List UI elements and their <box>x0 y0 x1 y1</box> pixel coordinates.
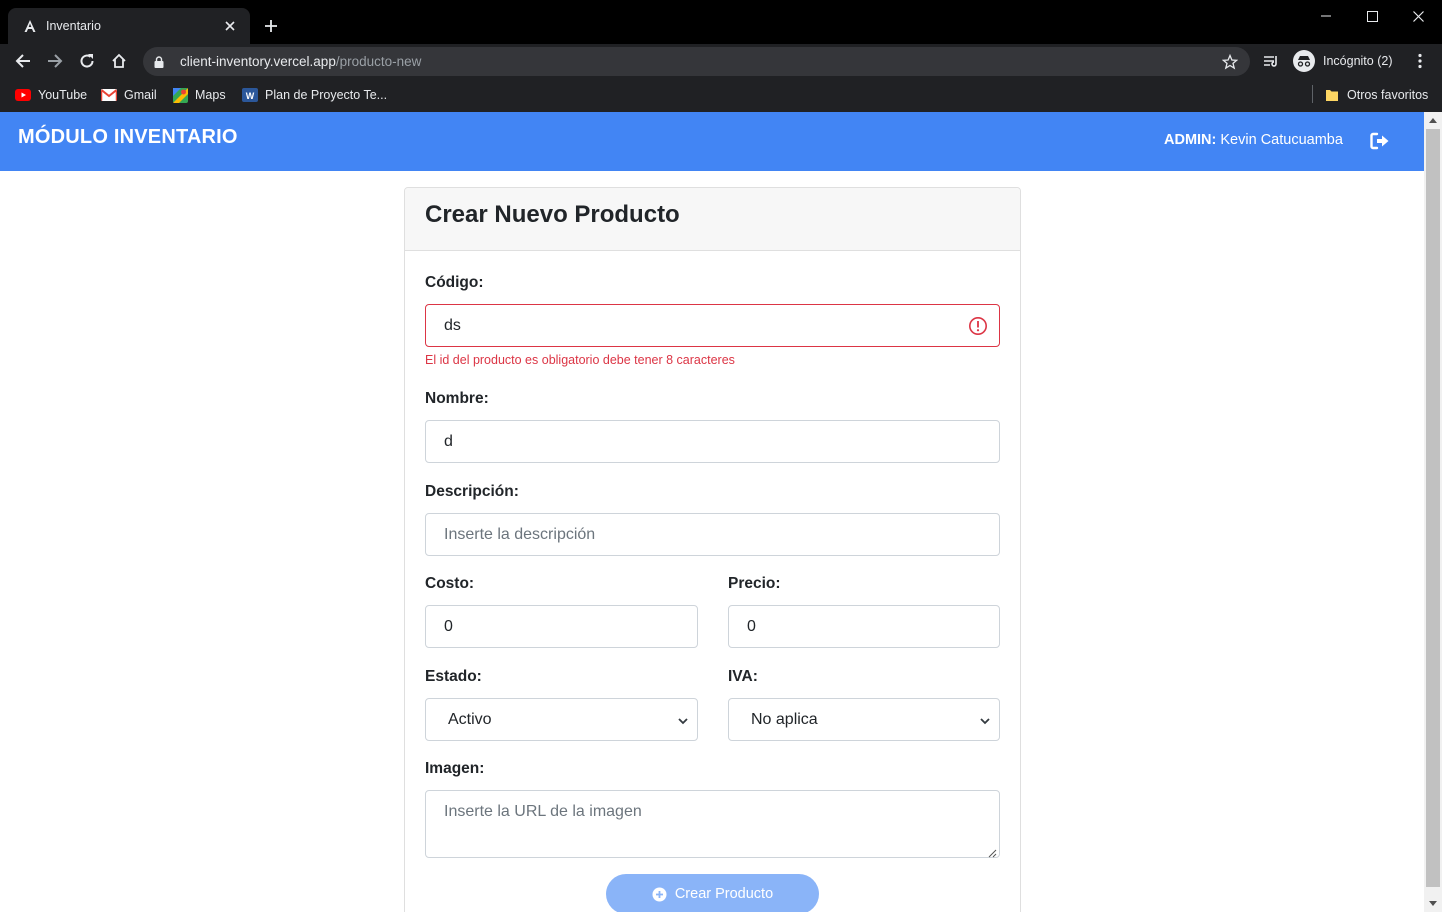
descripcion-input[interactable]: Inserte la descripción <box>425 513 1000 556</box>
folder-icon <box>1324 87 1340 103</box>
scroll-up-arrow-icon[interactable] <box>1424 112 1442 129</box>
forward-arrow-icon[interactable] <box>41 47 69 75</box>
imagen-label: Imagen: <box>425 760 485 777</box>
browser-menu-icon[interactable] <box>1406 47 1434 75</box>
iva-label: IVA: <box>728 668 758 685</box>
app-navbar: MÓDULO INVENTARIO ADMIN: Kevin Catucuamb… <box>0 112 1424 171</box>
address-bar[interactable]: client-inventory.vercel.app/producto-new <box>143 47 1250 76</box>
plus-circle-icon <box>652 887 667 902</box>
admin-name: Kevin Catucuamba <box>1220 132 1343 148</box>
reading-list-icon[interactable] <box>1257 47 1285 75</box>
estado-select[interactable]: Activo <box>425 698 698 741</box>
bookmark-star-icon[interactable] <box>1218 50 1242 74</box>
iva-select[interactable]: No aplica <box>728 698 1000 741</box>
error-icon <box>968 316 988 336</box>
bookmark-maps[interactable]: Maps <box>172 84 226 106</box>
url-host: client-inventory.vercel.app <box>180 54 336 69</box>
angular-favicon-icon <box>22 18 38 34</box>
crear-producto-button[interactable]: Crear Producto <box>606 874 819 912</box>
svg-text:W: W <box>246 91 255 101</box>
gmail-icon <box>101 87 117 103</box>
codigo-value: ds <box>444 316 461 334</box>
descripcion-placeholder: Inserte la descripción <box>444 525 596 543</box>
codigo-input[interactable]: ds <box>425 304 1000 347</box>
estado-label: Estado: <box>425 668 482 685</box>
nombre-label: Nombre: <box>425 390 489 407</box>
bookmark-youtube[interactable]: YouTube <box>15 84 87 106</box>
bookmark-label: Gmail <box>124 88 157 102</box>
descripcion-label: Descripción: <box>425 483 519 500</box>
nombre-value: d <box>444 432 453 450</box>
bookmarks-divider <box>1312 85 1313 103</box>
chevron-down-icon <box>677 714 689 726</box>
incognito-label: Incógnito (2) <box>1323 54 1393 68</box>
bookmark-label: Maps <box>195 88 226 102</box>
nombre-input[interactable]: d <box>425 420 1000 463</box>
tab-title: Inventario <box>46 19 101 33</box>
word-doc-icon: W <box>242 87 258 103</box>
browser-tab[interactable]: Inventario <box>8 8 250 44</box>
youtube-icon <box>15 87 31 103</box>
bookmark-label: Plan de Proyecto Te... <box>265 88 388 102</box>
bookmarks-bar: YouTube Gmail Maps W Plan de Proyecto Te… <box>0 78 1442 112</box>
bookmark-gmail[interactable]: Gmail <box>101 84 157 106</box>
codigo-label: Código: <box>425 274 484 291</box>
submit-label: Crear Producto <box>674 886 774 902</box>
maximize-icon[interactable] <box>1349 0 1395 32</box>
bookmark-plan-proyecto[interactable]: W Plan de Proyecto Te... <box>242 84 387 106</box>
app-brand[interactable]: MÓDULO INVENTARIO <box>18 126 238 149</box>
tab-close-icon[interactable] <box>220 16 240 36</box>
browser-titlebar: Inventario <box>0 0 1442 44</box>
lock-icon <box>154 55 168 68</box>
resize-handle-icon[interactable] <box>987 845 997 858</box>
page-scrollbar[interactable] <box>1424 112 1442 912</box>
home-icon[interactable] <box>105 47 133 75</box>
iva-selected: No aplica <box>751 710 818 728</box>
precio-value: 0 <box>747 617 756 635</box>
page-title: Crear Nuevo Producto <box>425 201 680 228</box>
costo-input[interactable]: 0 <box>425 605 698 648</box>
minimize-icon[interactable] <box>1303 0 1349 32</box>
browser-toolbar: client-inventory.vercel.app/producto-new… <box>0 44 1442 78</box>
imagen-textarea[interactable]: Inserte la URL de la imagen <box>425 790 1000 858</box>
reload-icon[interactable] <box>73 47 101 75</box>
costo-value: 0 <box>444 617 453 635</box>
page-viewport: MÓDULO INVENTARIO ADMIN: Kevin Catucuamb… <box>0 112 1424 912</box>
scrollbar-thumb[interactable] <box>1426 129 1440 887</box>
url-path: /producto-new <box>335 54 422 69</box>
bookmark-label: Otros favoritos <box>1347 88 1429 102</box>
bookmark-label: YouTube <box>38 88 88 102</box>
estado-selected: Activo <box>448 710 492 728</box>
precio-label: Precio: <box>728 575 781 592</box>
maps-icon <box>172 87 188 103</box>
window-close-icon[interactable] <box>1395 0 1441 32</box>
back-arrow-icon[interactable] <box>9 47 37 75</box>
new-product-card: Crear Nuevo Producto Código: ds El id de… <box>404 187 1021 912</box>
incognito-icon <box>1293 50 1315 72</box>
admin-label: ADMIN: <box>1164 132 1217 148</box>
precio-input[interactable]: 0 <box>728 605 1000 648</box>
new-tab-icon[interactable] <box>259 14 283 38</box>
incognito-profile-button[interactable]: Incógnito (2) <box>1290 48 1401 74</box>
admin-info: ADMIN: Kevin Catucuamba <box>1164 132 1343 148</box>
codigo-error-message: El id del producto es obligatorio debe t… <box>425 353 735 367</box>
logout-icon[interactable] <box>1369 130 1391 152</box>
url-text: client-inventory.vercel.app/producto-new <box>180 54 1218 69</box>
scroll-down-arrow-icon[interactable] <box>1424 895 1442 912</box>
costo-label: Costo: <box>425 575 475 592</box>
imagen-placeholder: Inserte la URL de la imagen <box>444 803 642 820</box>
chevron-down-icon <box>979 714 991 726</box>
bookmark-other-folder[interactable]: Otros favoritos <box>1324 84 1428 106</box>
